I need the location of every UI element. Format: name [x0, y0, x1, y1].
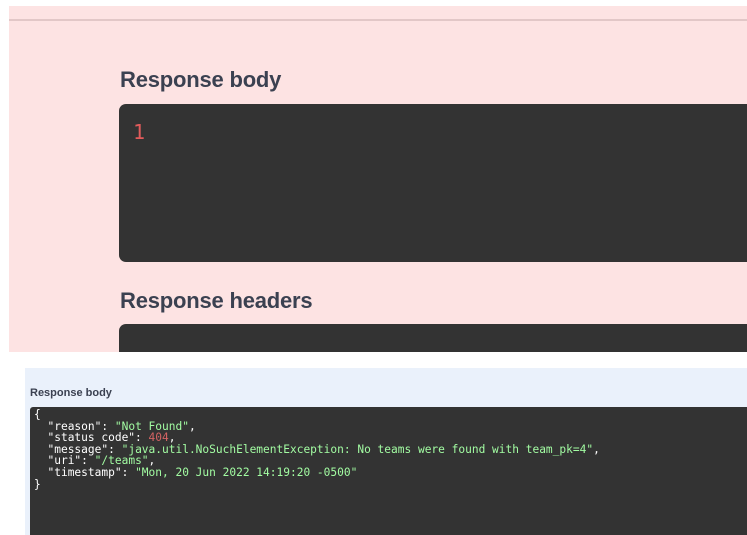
response-body-heading: Response body	[120, 67, 282, 92]
error-response-panel-bottom: Response body { "reason": "Not Found", "…	[25, 368, 747, 535]
response-body-heading: Response body	[30, 387, 112, 399]
error-response-panel-top: Response body 1 Response headers	[9, 6, 747, 352]
response-headers-code-block[interactable]	[119, 324, 747, 352]
divider	[9, 19, 747, 21]
response-headers-heading: Response headers	[120, 288, 313, 313]
json-line-timestamp: "timestamp": "Mon, 20 Jun 2022 14:19:20 …	[47, 465, 358, 479]
json-close-brace: }	[34, 477, 41, 491]
response-body-value: 1	[133, 120, 146, 144]
response-body-code-block[interactable]: 1	[119, 104, 747, 262]
json-open-brace: {	[34, 408, 41, 421]
response-body-json-block[interactable]: { "reason": "Not Found", "status code": …	[30, 407, 747, 535]
json-content: { "reason": "Not Found", "status code": …	[34, 409, 600, 490]
